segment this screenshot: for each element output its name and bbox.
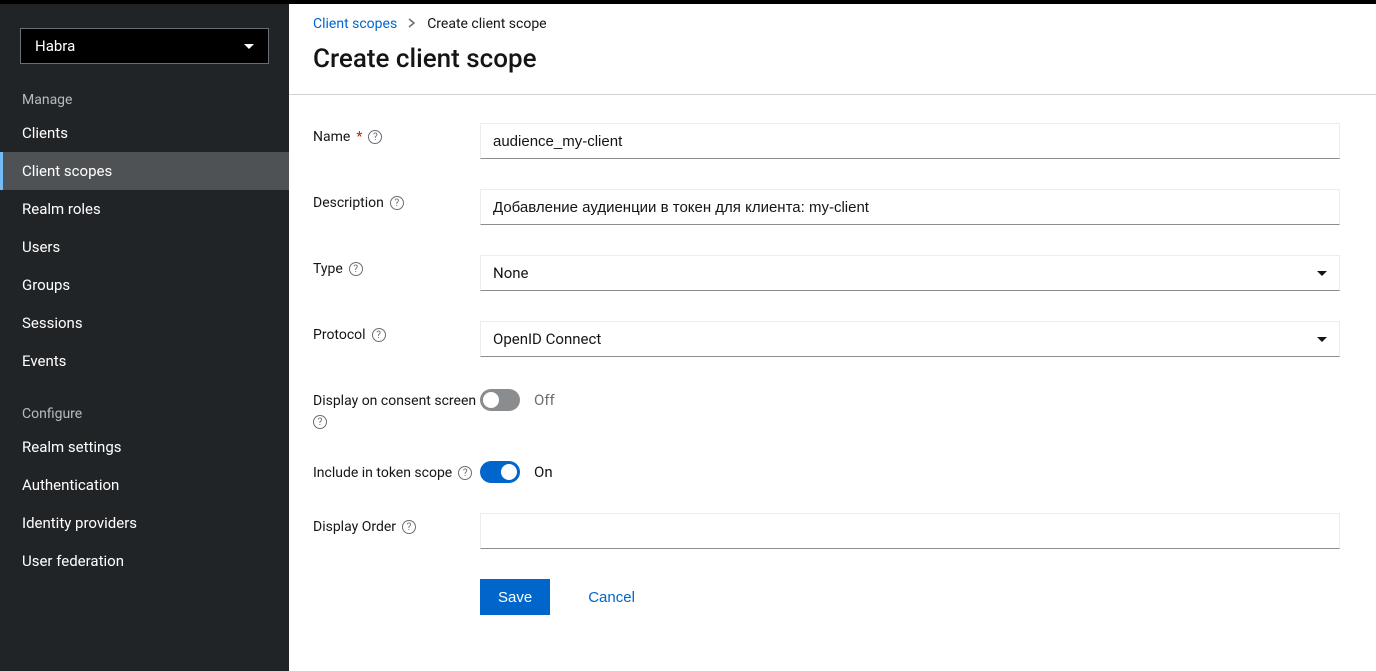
label-text: Display Order bbox=[313, 519, 396, 535]
toggle-knob bbox=[483, 392, 499, 408]
label-type: Type ? bbox=[313, 255, 480, 277]
nav-item-identity-providers[interactable]: Identity providers bbox=[0, 504, 289, 542]
help-icon[interactable]: ? bbox=[390, 196, 404, 210]
label-display-consent: Display on consent screen ? bbox=[313, 387, 480, 429]
label-text: Display on consent screen bbox=[313, 393, 476, 409]
nav-item-label: Groups bbox=[22, 276, 70, 294]
nav-item-groups[interactable]: Groups bbox=[0, 266, 289, 304]
nav-list-manage: Clients Client scopes Realm roles Users … bbox=[0, 114, 289, 380]
nav-section-manage: Manage bbox=[0, 82, 289, 114]
nav-item-events[interactable]: Events bbox=[0, 342, 289, 380]
description-input[interactable] bbox=[480, 189, 1340, 225]
nav-item-label: Clients bbox=[22, 124, 68, 142]
help-icon[interactable]: ? bbox=[402, 520, 416, 534]
label-text: Name bbox=[313, 129, 350, 145]
nav-item-label: Authentication bbox=[22, 476, 119, 494]
caret-down-icon bbox=[1317, 271, 1327, 276]
cancel-button[interactable]: Cancel bbox=[570, 579, 653, 615]
nav-item-label: Events bbox=[22, 352, 66, 370]
breadcrumb: Client scopes Create client scope bbox=[289, 4, 1376, 32]
help-icon[interactable]: ? bbox=[458, 466, 472, 480]
type-select[interactable]: None bbox=[480, 255, 1340, 291]
help-icon[interactable]: ? bbox=[349, 262, 363, 276]
label-text: Protocol bbox=[313, 327, 366, 343]
nav-item-authentication[interactable]: Authentication bbox=[0, 466, 289, 504]
nav-item-label: Realm settings bbox=[22, 438, 122, 456]
nav-section-configure: Configure bbox=[0, 396, 289, 428]
app-shell: Habra Manage Clients Client scopes Realm… bbox=[0, 4, 1376, 671]
label-description: Description ? bbox=[313, 189, 480, 211]
caret-down-icon bbox=[1317, 337, 1327, 342]
label-text: Description bbox=[313, 195, 384, 211]
nav-item-sessions[interactable]: Sessions bbox=[0, 304, 289, 342]
label-text: Include in token scope bbox=[313, 465, 452, 481]
realm-selector[interactable]: Habra bbox=[20, 28, 269, 64]
help-icon[interactable]: ? bbox=[313, 415, 327, 429]
main-content: Client scopes Create client scope Create… bbox=[289, 4, 1376, 671]
nav-item-users[interactable]: Users bbox=[0, 228, 289, 266]
nav-item-realm-settings[interactable]: Realm settings bbox=[0, 428, 289, 466]
nav-item-label: Client scopes bbox=[22, 162, 112, 180]
sidebar: Habra Manage Clients Client scopes Realm… bbox=[0, 4, 289, 671]
label-text: Type bbox=[313, 261, 343, 277]
label-name: Name * ? bbox=[313, 123, 480, 145]
label-display-order: Display Order ? bbox=[313, 513, 480, 535]
label-protocol: Protocol ? bbox=[313, 321, 480, 343]
realm-selected-label: Habra bbox=[35, 37, 75, 55]
protocol-select[interactable]: OpenID Connect bbox=[480, 321, 1340, 357]
nav-item-label: Users bbox=[22, 238, 60, 256]
client-scope-form: Name * ? Description ? bbox=[289, 95, 1376, 671]
nav-item-label: Sessions bbox=[22, 314, 83, 332]
nav-item-label: Identity providers bbox=[22, 514, 137, 532]
page-title: Create client scope bbox=[289, 32, 1376, 94]
select-value: OpenID Connect bbox=[493, 330, 601, 348]
nav-item-label: Realm roles bbox=[22, 200, 101, 218]
help-icon[interactable]: ? bbox=[372, 328, 386, 342]
display-consent-toggle[interactable] bbox=[480, 389, 520, 411]
nav-item-clients[interactable]: Clients bbox=[0, 114, 289, 152]
nav-item-user-federation[interactable]: User federation bbox=[0, 542, 289, 580]
nav-item-label: User federation bbox=[22, 552, 124, 570]
toggle-state-label: On bbox=[534, 463, 553, 481]
display-order-input[interactable] bbox=[480, 513, 1340, 549]
breadcrumb-current: Create client scope bbox=[427, 16, 546, 32]
chevron-right-icon bbox=[407, 16, 417, 32]
toggle-state-label: Off bbox=[534, 391, 555, 409]
help-icon[interactable]: ? bbox=[368, 130, 382, 144]
nav-item-client-scopes[interactable]: Client scopes bbox=[0, 152, 289, 190]
nav-item-realm-roles[interactable]: Realm roles bbox=[0, 190, 289, 228]
toggle-knob bbox=[501, 464, 517, 480]
nav-list-configure: Realm settings Authentication Identity p… bbox=[0, 428, 289, 580]
breadcrumb-parent-link[interactable]: Client scopes bbox=[313, 16, 397, 32]
label-include-scope: Include in token scope ? bbox=[313, 459, 480, 481]
include-scope-toggle[interactable] bbox=[480, 461, 520, 483]
required-indicator: * bbox=[356, 129, 362, 145]
save-button[interactable]: Save bbox=[480, 579, 550, 615]
select-value: None bbox=[493, 264, 529, 282]
caret-down-icon bbox=[244, 44, 254, 49]
name-input[interactable] bbox=[480, 123, 1340, 159]
